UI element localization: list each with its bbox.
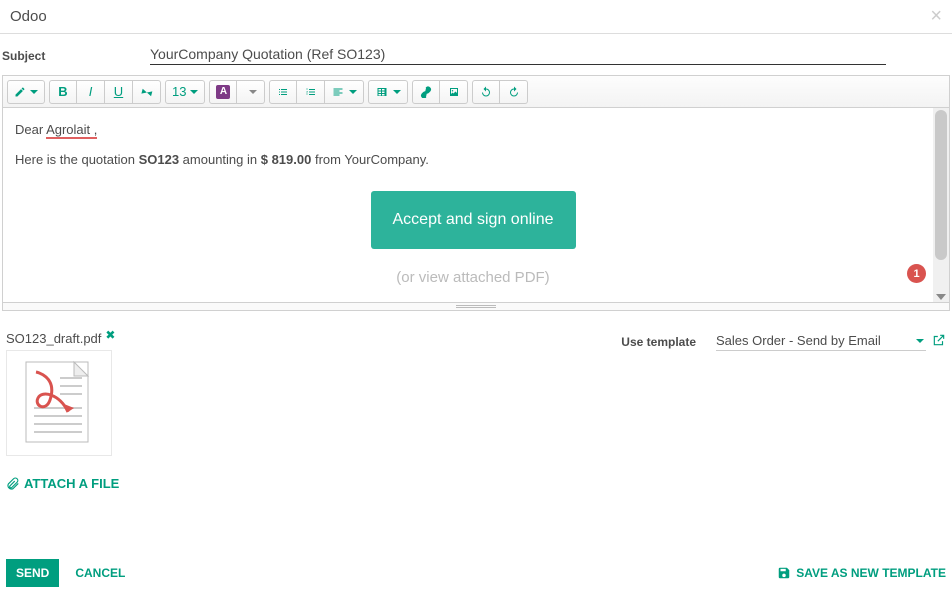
unordered-list-button[interactable] <box>269 80 297 104</box>
clear-format-button[interactable] <box>133 80 161 104</box>
scrollbar-down-arrow[interactable] <box>936 294 946 300</box>
modal-title: Odoo <box>10 8 942 25</box>
font-color-button[interactable]: A <box>209 80 237 104</box>
editor-content[interactable]: Dear Agrolait , Here is the quotation SO… <box>3 108 949 302</box>
italic-button[interactable]: I <box>77 80 105 104</box>
amount: $ 819.00 <box>261 152 312 167</box>
attach-file-button[interactable]: ATTACH A FILE <box>6 476 366 491</box>
bold-button[interactable]: B <box>49 80 77 104</box>
image-button[interactable] <box>440 80 468 104</box>
save-icon <box>777 566 791 580</box>
paperclip-icon <box>6 477 20 491</box>
toolbar: B I U 13 A <box>3 76 949 108</box>
font-color-dropdown[interactable] <box>237 80 265 104</box>
cancel-button[interactable]: CANCEL <box>65 559 135 587</box>
alignment-dropdown[interactable] <box>325 80 364 104</box>
redo-button[interactable] <box>500 80 528 104</box>
notification-badge[interactable]: 1 <box>907 264 926 283</box>
body-summary: Here is the quotation SO123 amounting in… <box>15 150 931 170</box>
undo-button[interactable] <box>472 80 500 104</box>
ordered-list-button[interactable] <box>297 80 325 104</box>
close-icon[interactable]: × <box>930 6 942 26</box>
template-select[interactable] <box>716 331 926 351</box>
footer: SEND CANCEL SAVE AS NEW TEMPLATE <box>0 549 952 597</box>
send-button[interactable]: SEND <box>6 559 59 587</box>
subject-row: Subject <box>0 34 952 71</box>
color-swatch: A <box>216 85 230 99</box>
editor: B I U 13 A <box>2 75 950 303</box>
body-greeting: Dear Agrolait , <box>15 120 931 140</box>
font-size-value: 13 <box>172 84 186 99</box>
accept-sign-button[interactable]: Accept and sign online <box>371 191 576 249</box>
template-label: Use template <box>621 331 696 349</box>
style-dropdown[interactable] <box>7 80 45 104</box>
external-link-icon[interactable] <box>932 333 946 350</box>
attachment-thumbnail[interactable] <box>6 350 112 456</box>
save-template-button[interactable]: SAVE AS NEW TEMPLATE <box>777 566 946 580</box>
underline-button[interactable]: U <box>105 80 133 104</box>
link-button[interactable] <box>412 80 440 104</box>
or-view-text: (or view attached PDF) <box>15 269 931 286</box>
recipient-name: Agrolait , <box>46 122 97 139</box>
modal-header: Odoo × <box>0 0 952 34</box>
remove-attachment-icon[interactable]: ✖ <box>105 328 115 342</box>
attachment-filename: SO123_draft.pdf <box>6 331 101 346</box>
resize-handle[interactable] <box>2 303 950 311</box>
subject-input[interactable] <box>150 44 886 65</box>
scrollbar-thumb[interactable] <box>935 110 947 260</box>
scrollbar[interactable] <box>933 108 949 302</box>
font-size-dropdown[interactable]: 13 <box>165 80 205 104</box>
so-ref: SO123 <box>139 152 179 167</box>
subject-label: Subject <box>2 49 150 65</box>
table-dropdown[interactable] <box>368 80 408 104</box>
